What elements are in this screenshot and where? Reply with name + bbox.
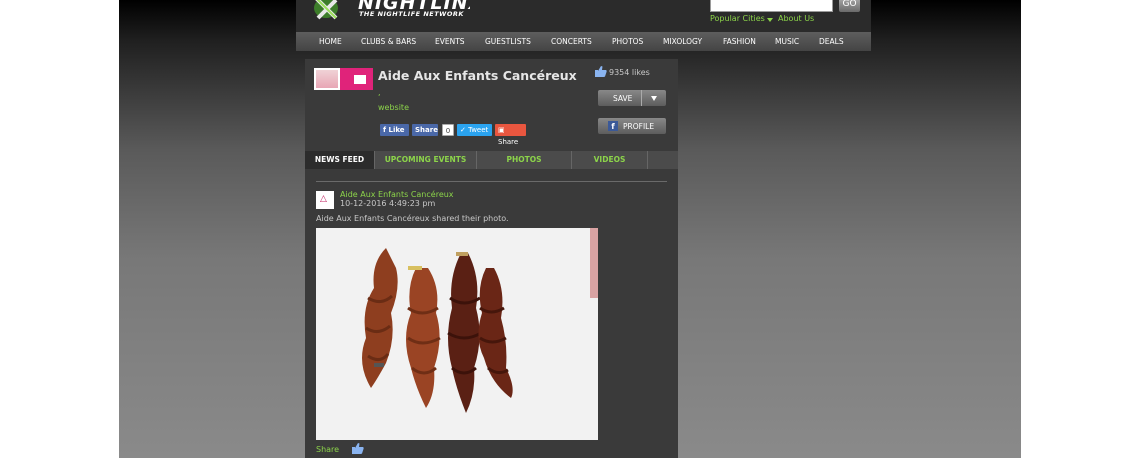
go-button[interactable]: GO <box>839 0 860 12</box>
nav-fashion[interactable]: FASHION <box>723 37 756 46</box>
chevron-down-icon[interactable] <box>767 18 773 22</box>
post-avatar[interactable]: △ <box>316 191 334 209</box>
tweet-label: Tweet <box>468 126 489 134</box>
post-author-link[interactable]: Aide Aux Enfants Cancéreux <box>340 190 454 199</box>
facebook-like-button[interactable]: f Like <box>380 124 409 136</box>
likes-count: 9354 likes <box>609 68 650 77</box>
nav-deals[interactable]: DEALS <box>819 37 844 46</box>
nav-events[interactable]: EVENTS <box>435 37 465 46</box>
nav-photos[interactable]: PHOTOS <box>612 37 643 46</box>
facebook-profile-button[interactable]: f PROFILE <box>598 118 666 134</box>
thumbs-up-icon <box>595 66 607 77</box>
share-count-badge: 0 <box>442 124 454 136</box>
chevron-down-icon[interactable] <box>651 96 657 101</box>
tweet-button[interactable]: ✓ Tweet <box>457 124 492 136</box>
profile-thumbnail[interactable] <box>314 68 373 90</box>
google-share-button[interactable]: ▣ Share <box>495 124 526 146</box>
tab-upcoming-events[interactable]: UPCOMING EVENTS <box>375 151 477 169</box>
avatar-logo: △ <box>320 194 327 204</box>
profile-tabs: NEWS FEED UPCOMING EVENTS PHOTOS VIDEOS <box>305 151 678 169</box>
thumbnail-photo <box>316 70 338 88</box>
page-background: NIGHTLINX THE NIGHTLIFE NETWORK GO Popul… <box>119 0 1021 458</box>
nav-home[interactable]: HOME <box>319 37 342 46</box>
post-share-link[interactable]: Share <box>316 445 339 454</box>
website-link[interactable]: website <box>378 103 409 112</box>
facebook-icon: f <box>608 121 618 131</box>
share-icon: ▣ <box>498 126 505 134</box>
hair-braids-image <box>316 228 598 440</box>
nav-concerts[interactable]: CONCERTS <box>551 37 592 46</box>
profile-label: PROFILE <box>623 122 655 131</box>
feed-divider <box>316 181 667 182</box>
save-divider <box>641 90 642 106</box>
site-container: NIGHTLINX THE NIGHTLIFE NETWORK GO Popul… <box>296 0 871 458</box>
search-input[interactable] <box>710 0 833 12</box>
profile-panel: Aide Aux Enfants Cancéreux , website f L… <box>305 59 678 458</box>
tab-photos[interactable]: PHOTOS <box>477 151 572 169</box>
thumbs-up-icon[interactable] <box>352 443 364 454</box>
twitter-bird-icon: ✓ <box>460 126 469 134</box>
popular-cities-link[interactable]: Popular Cities <box>710 14 765 23</box>
site-logo[interactable]: NIGHTLINX THE NIGHTLIFE NETWORK <box>310 0 470 26</box>
tab-videos[interactable]: VIDEOS <box>572 151 648 169</box>
nav-mixology[interactable]: MIXOLOGY <box>663 37 702 46</box>
profile-name: Aide Aux Enfants Cancéreux <box>378 68 577 83</box>
facebook-like-label: Like <box>388 126 405 134</box>
facebook-share-button[interactable]: Share <box>412 124 438 136</box>
nav-guestlists[interactable]: GUESTLISTS <box>485 37 531 46</box>
nav-clubs-bars[interactable]: CLUBS & BARS <box>361 37 416 46</box>
nav-music[interactable]: MUSIC <box>775 37 799 46</box>
save-label: SAVE <box>613 94 633 103</box>
profile-location: , <box>378 88 381 97</box>
post-timestamp: 10-12-2016 4:49:23 pm <box>340 199 436 208</box>
post-text: Aide Aux Enfants Cancéreux shared their … <box>316 214 509 223</box>
save-button[interactable]: SAVE <box>598 90 666 106</box>
tab-news-feed[interactable]: NEWS FEED <box>305 151 375 169</box>
thumbnail-logo <box>354 75 366 84</box>
site-header: NIGHTLINX THE NIGHTLIFE NETWORK GO Popul… <box>296 0 871 32</box>
about-us-link[interactable]: About Us <box>778 14 814 23</box>
google-share-label: Share <box>498 138 519 146</box>
logo-tagline: THE NIGHTLIFE NETWORK <box>359 10 464 18</box>
logo-x-icon <box>314 0 338 20</box>
main-nav: HOME CLUBS & BARS EVENTS GUESTLISTS CONC… <box>296 32 871 51</box>
post-photo[interactable] <box>316 228 598 440</box>
